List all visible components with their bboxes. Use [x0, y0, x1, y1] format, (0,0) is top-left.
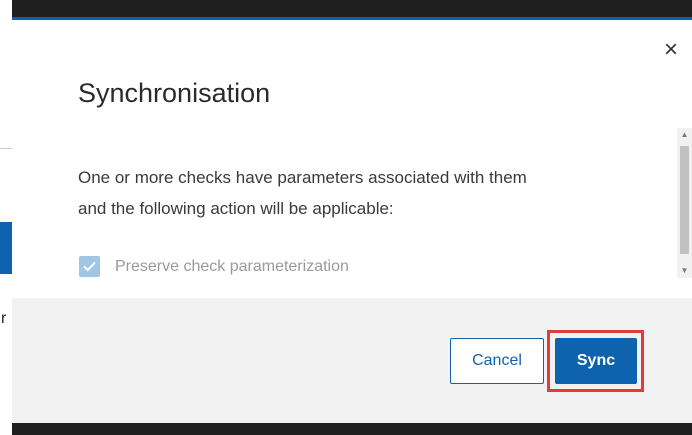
dialog-footer: Cancel Sync: [12, 298, 692, 423]
close-icon[interactable]: ×: [664, 38, 678, 62]
background-divider: [0, 148, 12, 149]
background-app-panel: [0, 0, 12, 435]
background-text-fragment: r: [1, 310, 7, 327]
sync-button[interactable]: Sync: [555, 338, 637, 384]
scrollbar-thumb[interactable]: [680, 146, 689, 254]
synchronisation-dialog: × Synchronisation One or more checks hav…: [12, 17, 692, 423]
dialog-message: One or more checks have parameters assoc…: [78, 162, 618, 224]
dialog-title: Synchronisation: [78, 78, 271, 108]
chevron-down-icon[interactable]: ▼: [677, 264, 692, 278]
preserve-parameterization-checkbox[interactable]: [79, 256, 100, 277]
dialog-message-line-2: and the following action will be applica…: [78, 199, 394, 218]
dialog-message-line-1: One or more checks have parameters assoc…: [78, 168, 527, 187]
preserve-parameterization-option[interactable]: Preserve check parameterization: [79, 256, 349, 277]
chevron-up-icon[interactable]: ▲: [677, 128, 692, 142]
background-selected-band: [0, 222, 12, 274]
dialog-scrollbar[interactable]: ▲ ▼: [677, 128, 692, 278]
cancel-button[interactable]: Cancel: [450, 338, 544, 384]
preserve-parameterization-label: Preserve check parameterization: [115, 257, 349, 275]
checkmark-icon: [83, 261, 96, 272]
